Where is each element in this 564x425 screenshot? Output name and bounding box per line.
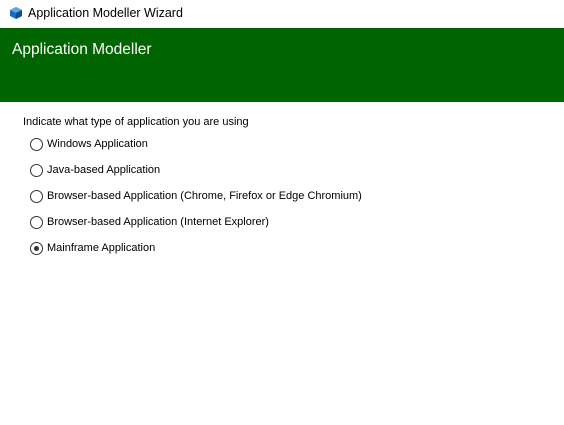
banner-title: Application Modeller: [12, 41, 152, 58]
radio-label-java[interactable]: Java-based Application: [47, 164, 160, 176]
radio-option-browser-chromium[interactable]: Browser-based Application (Chrome, Firef…: [30, 188, 362, 204]
window-title: Application Modeller Wizard: [28, 6, 183, 20]
wizard-content: Indicate what type of application you ar…: [0, 102, 564, 425]
radio-option-java[interactable]: Java-based Application: [30, 162, 160, 178]
title-bar: Application Modeller Wizard: [0, 0, 564, 28]
radio-label-browser-ie[interactable]: Browser-based Application (Internet Expl…: [47, 216, 269, 228]
radio-button-java[interactable]: [30, 163, 43, 177]
radio-option-windows[interactable]: Windows Application: [30, 136, 148, 152]
radio-label-browser-chromium[interactable]: Browser-based Application (Chrome, Firef…: [47, 190, 362, 202]
radio-button-mainframe[interactable]: [30, 241, 43, 255]
wizard-window: Application Modeller Wizard Application …: [0, 0, 564, 425]
radio-option-browser-ie[interactable]: Browser-based Application (Internet Expl…: [30, 214, 269, 230]
radio-button-windows[interactable]: [30, 137, 43, 151]
radio-button-browser-chromium[interactable]: [30, 189, 43, 203]
application-type-prompt: Indicate what type of application you ar…: [23, 116, 249, 128]
app-icon: [10, 7, 22, 19]
radio-label-mainframe[interactable]: Mainframe Application: [47, 242, 155, 254]
header-banner: Application Modeller: [0, 28, 564, 102]
radio-option-mainframe[interactable]: Mainframe Application: [30, 240, 155, 256]
radio-button-browser-ie[interactable]: [30, 215, 43, 229]
radio-label-windows[interactable]: Windows Application: [47, 138, 148, 150]
